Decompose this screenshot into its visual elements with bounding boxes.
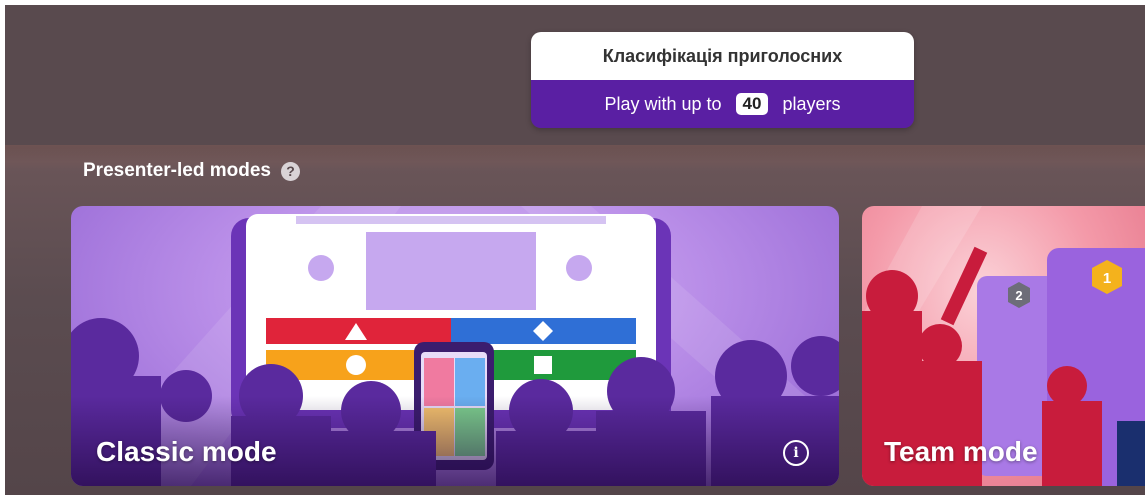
question-image	[366, 232, 536, 310]
game-lobby: Класифікація приголосних Play with up to…	[5, 5, 1145, 495]
mode-title: Team mode	[884, 436, 1038, 467]
section-heading: Presenter-led modes ?	[83, 160, 300, 182]
question-circle-icon[interactable]: ?	[280, 161, 300, 181]
circle-shape-icon	[346, 355, 366, 375]
classic-mode-card[interactable]: Classic mode i	[71, 206, 839, 486]
player-limit-prefix: Play with up to	[604, 93, 722, 114]
info-circle-icon[interactable]: i	[783, 440, 809, 466]
player-count-badge: 40	[735, 93, 769, 115]
badge-rank: 1	[1103, 270, 1111, 287]
timer-dot	[308, 255, 334, 281]
square-shape-icon	[534, 356, 552, 374]
mode-title: Classic mode	[96, 436, 277, 467]
badge-rank: 2	[1015, 288, 1022, 303]
activity-card: Класифікація приголосних Play with up to…	[531, 32, 914, 128]
section-title: Presenter-led modes	[83, 160, 271, 181]
screen-header	[296, 216, 606, 224]
player-limit: Play with up to 40 players	[531, 80, 914, 128]
team-silhouettes-dark	[1117, 421, 1145, 486]
team-mode-card[interactable]: 2 1 Team mode	[862, 206, 1145, 486]
player-limit-suffix: players	[782, 93, 841, 114]
counter-dot	[566, 255, 592, 281]
activity-title: Класифікація приголосних	[531, 32, 914, 80]
